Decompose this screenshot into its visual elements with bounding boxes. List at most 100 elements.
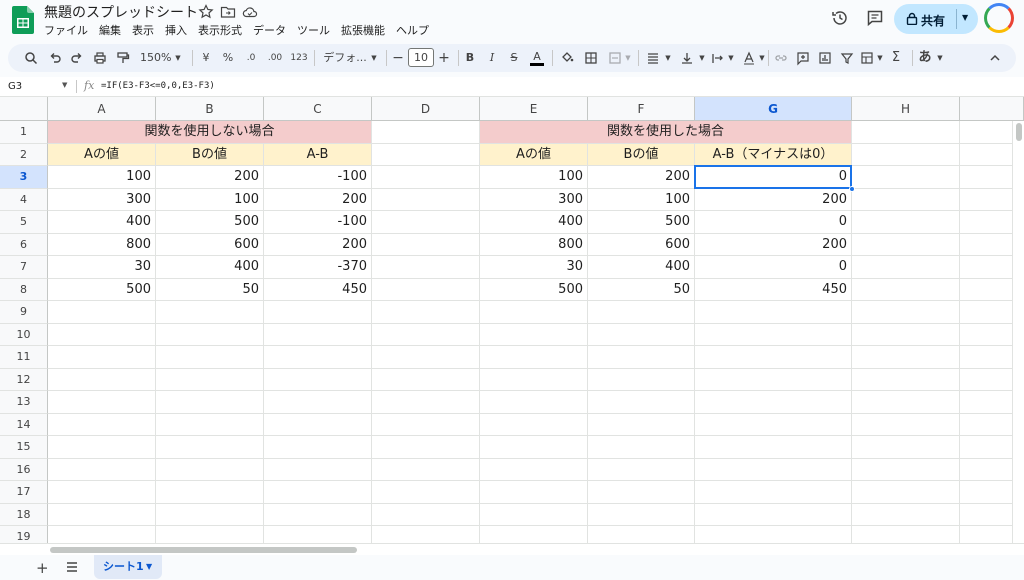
cell-h8[interactable] <box>852 278 960 301</box>
cell-g10[interactable] <box>695 323 852 346</box>
cell-g11[interactable] <box>695 346 852 369</box>
percent-format-button[interactable]: % <box>222 50 234 66</box>
cell-d10[interactable] <box>372 323 480 346</box>
horizontal-scrollbar[interactable] <box>0 543 1024 555</box>
font-family-select[interactable]: デフォ... <box>322 50 368 66</box>
currency-format-button[interactable]: ¥ <box>200 50 212 66</box>
cell-f11[interactable] <box>588 346 695 369</box>
column-header-g[interactable]: G <box>695 97 852 121</box>
right-table-cell[interactable]: 400 <box>588 256 695 279</box>
cell-e15[interactable] <box>480 436 588 459</box>
right-table-cell[interactable]: 0 <box>695 166 852 189</box>
cell-e9[interactable] <box>480 301 588 324</box>
sheets-logo-icon[interactable] <box>12 6 34 34</box>
cell-f13[interactable] <box>588 391 695 414</box>
filter-views-dropdown-icon[interactable]: ▼ <box>876 50 884 66</box>
document-title[interactable]: 無題のスプレッドシート <box>44 2 198 22</box>
row-header-14[interactable]: 14 <box>0 413 48 436</box>
cell-h7[interactable] <box>852 256 960 279</box>
cell-d9[interactable] <box>372 301 480 324</box>
filter-icon[interactable] <box>840 50 854 66</box>
menu-data[interactable]: データ <box>253 22 286 38</box>
cell-h2[interactable] <box>852 143 960 166</box>
cell-b15[interactable] <box>156 436 264 459</box>
cell-g12[interactable] <box>695 368 852 391</box>
cell-b16[interactable] <box>156 458 264 481</box>
bold-button[interactable]: B <box>464 50 476 66</box>
increase-decimal-button[interactable]: .00 <box>266 50 284 66</box>
fill-handle[interactable] <box>849 185 855 192</box>
zoom-dropdown-icon[interactable]: ▼ <box>174 50 182 66</box>
insert-chart-icon[interactable] <box>818 50 832 66</box>
row-header-16[interactable]: 16 <box>0 458 48 481</box>
cell-b14[interactable] <box>156 413 264 436</box>
cell-c16[interactable] <box>264 458 372 481</box>
italic-button[interactable]: I <box>486 50 498 66</box>
right-table-header[interactable]: Aの値 <box>480 143 588 166</box>
cell-d12[interactable] <box>372 368 480 391</box>
row-header-17[interactable]: 17 <box>0 481 48 504</box>
cell-b13[interactable] <box>156 391 264 414</box>
cell-h11[interactable] <box>852 346 960 369</box>
cell-b10[interactable] <box>156 323 264 346</box>
paint-format-icon[interactable] <box>116 50 130 66</box>
cell-h13[interactable] <box>852 391 960 414</box>
cell-c11[interactable] <box>264 346 372 369</box>
cell-h5[interactable] <box>852 211 960 234</box>
menu-format[interactable]: 表示形式 <box>198 22 242 38</box>
add-sheet-button[interactable]: + <box>36 559 49 577</box>
borders-icon[interactable] <box>584 50 598 66</box>
left-table-cell[interactable]: 50 <box>156 278 264 301</box>
formula-input[interactable]: =IF(E3-F3<=0,0,E3-F3) <box>101 81 215 91</box>
right-table-cell[interactable]: 300 <box>480 188 588 211</box>
cell-a14[interactable] <box>48 413 156 436</box>
font-size-decrease-button[interactable]: − <box>392 50 404 66</box>
cell-h15[interactable] <box>852 436 960 459</box>
text-wrap-icon[interactable] <box>711 50 725 66</box>
cell-h17[interactable] <box>852 481 960 504</box>
merge-cells-icon[interactable] <box>608 50 622 66</box>
cell-a9[interactable] <box>48 301 156 324</box>
text-rotation-icon[interactable] <box>742 50 756 66</box>
spreadsheet-grid[interactable]: ABCDEFGH 1 2 3 4 5 6 7 8 9 10 11 12 13 14 15 16 17 18 19 関… <box>0 97 1024 543</box>
avatar[interactable] <box>984 3 1014 33</box>
right-table-cell[interactable]: 450 <box>695 278 852 301</box>
row-header-5[interactable]: 5 <box>0 211 48 234</box>
left-table-cell[interactable]: -370 <box>264 256 372 279</box>
functions-button[interactable]: Σ <box>890 50 902 66</box>
halign-dropdown-icon[interactable]: ▼ <box>664 50 672 66</box>
share-dropdown-icon[interactable]: ▼ <box>962 13 968 22</box>
cell-a18[interactable] <box>48 503 156 526</box>
cell-b12[interactable] <box>156 368 264 391</box>
left-table-cell[interactable]: 400 <box>156 256 264 279</box>
strikethrough-button[interactable]: S <box>508 50 520 66</box>
cell-h16[interactable] <box>852 458 960 481</box>
sheet-tab-active[interactable]: シート1 ▼ <box>94 555 162 579</box>
menu-extensions[interactable]: 拡張機能 <box>341 22 385 38</box>
cell-d1[interactable] <box>372 121 480 144</box>
cell-b19[interactable] <box>156 526 264 543</box>
cell-a10[interactable] <box>48 323 156 346</box>
cell-h10[interactable] <box>852 323 960 346</box>
right-table-cell[interactable]: 0 <box>695 256 852 279</box>
left-table-cell[interactable]: 800 <box>48 233 156 256</box>
wrap-dropdown-icon[interactable]: ▼ <box>727 50 735 66</box>
cell-a16[interactable] <box>48 458 156 481</box>
all-sheets-menu-icon[interactable] <box>66 561 78 573</box>
left-table-cell[interactable]: 450 <box>264 278 372 301</box>
right-table-cell[interactable]: 200 <box>695 188 852 211</box>
cell-d2[interactable] <box>372 143 480 166</box>
cell-b17[interactable] <box>156 481 264 504</box>
cell-a17[interactable] <box>48 481 156 504</box>
cell-a13[interactable] <box>48 391 156 414</box>
left-table-cell[interactable]: 100 <box>156 188 264 211</box>
left-table-cell[interactable]: -100 <box>264 211 372 234</box>
cell-g9[interactable] <box>695 301 852 324</box>
cell-h9[interactable] <box>852 301 960 324</box>
cell-h19[interactable] <box>852 526 960 543</box>
cell-c18[interactable] <box>264 503 372 526</box>
right-table-cell[interactable]: 100 <box>480 166 588 189</box>
vertical-scrollbar[interactable] <box>1012 121 1024 543</box>
right-table-cell[interactable]: 400 <box>480 211 588 234</box>
cell-f10[interactable] <box>588 323 695 346</box>
